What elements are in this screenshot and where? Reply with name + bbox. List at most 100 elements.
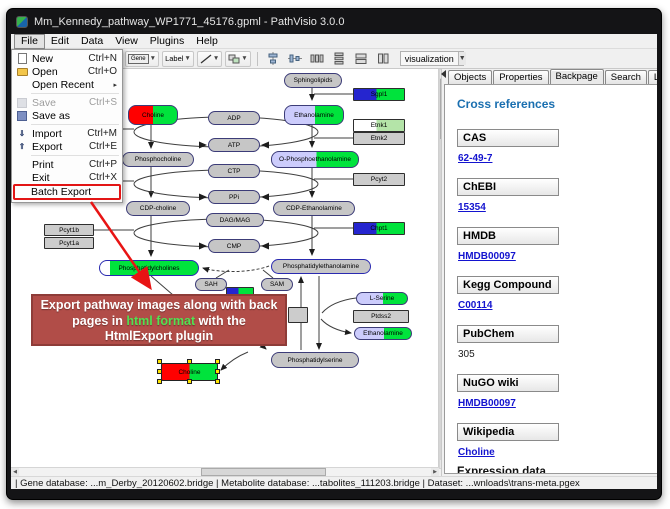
file-menu-save-as[interactable]: Save as: [13, 109, 121, 122]
title-bar[interactable]: Mm_Kennedy_pathway_WP1771_45176.gpml - P…: [7, 9, 661, 34]
align-center-x-button[interactable]: [264, 51, 283, 67]
selection-handle[interactable]: [187, 359, 192, 364]
menu-plugins[interactable]: Plugins: [144, 34, 190, 48]
file-menu-export[interactable]: ⇑ ExportCtrl+E: [13, 140, 121, 153]
annotation-callout: Export pathway images along with back pa…: [31, 294, 287, 346]
file-menu-import[interactable]: ⇓ ImportCtrl+M: [13, 127, 121, 140]
backpage-panel: Cross references CAS 62-49-7 ChEBI 15354…: [444, 84, 657, 474]
menu-file[interactable]: File: [14, 34, 45, 49]
scroll-left-icon[interactable]: ◀: [11, 468, 19, 476]
align-center-y-button[interactable]: [286, 51, 305, 67]
xref-section-wikipedia: Wikipedia Choline: [457, 415, 657, 458]
pathway-node-phosphatidylcholines[interactable]: Phosphatidylcholines: [99, 260, 199, 276]
status-text: | Gene database: ...m_Derby_20120602.bri…: [15, 478, 580, 489]
horizontal-scroll-thumb[interactable]: [201, 468, 326, 476]
pathway-node-phosphocholine[interactable]: Phosphocholine: [122, 152, 194, 167]
menu-help[interactable]: Help: [190, 34, 224, 48]
pathway-node-chpt1[interactable]: Chpt1: [353, 222, 405, 235]
file-menu-new[interactable]: NewCtrl+N: [13, 52, 121, 65]
pathway-node-pcyt1a[interactable]: Pcyt1a: [44, 237, 94, 249]
pathway-node-ethanolamine[interactable]: Ethanolamine: [284, 105, 344, 125]
xref-link[interactable]: 62-49-7: [458, 153, 657, 164]
menu-separator: [31, 124, 119, 125]
status-bar: | Gene database: ...m_Derby_20120602.bri…: [11, 476, 657, 489]
tab-objects[interactable]: Objects: [448, 70, 492, 84]
selection-handle[interactable]: [215, 359, 220, 364]
xref-section-chebi: ChEBI 15354: [457, 170, 657, 213]
pathway-node-o-phosphoethanolamine[interactable]: O-Phosphoethanolamine: [271, 151, 359, 168]
pathway-node-cdp-choline[interactable]: CDP-choline: [126, 201, 190, 216]
open-folder-icon: [16, 66, 28, 77]
shape-tool-icon: [228, 54, 240, 64]
pathway-node-l-serine[interactable]: L-Serine: [356, 292, 408, 305]
xref-source-name: ChEBI: [457, 178, 559, 196]
menu-edit[interactable]: Edit: [45, 34, 75, 48]
visualization-combobox[interactable]: visualization ▼: [400, 51, 464, 66]
file-menu-open-recent[interactable]: Open Recent▸: [13, 78, 121, 91]
selection-handle[interactable]: [215, 369, 220, 374]
xref-link[interactable]: Choline: [458, 447, 657, 458]
tab-backpage[interactable]: Backpage: [550, 69, 604, 84]
datanode-tool-button[interactable]: Gene▼: [125, 51, 159, 67]
tab-legend[interactable]: Legend: [648, 70, 657, 84]
common-width-button[interactable]: [352, 51, 371, 67]
selection-handle[interactable]: [187, 379, 192, 384]
pathway-node-adp[interactable]: ADP: [208, 111, 260, 125]
pathway-node-sam[interactable]: SAM: [261, 278, 293, 291]
pathway-node-choline[interactable]: Choline: [128, 105, 178, 125]
pathway-node-phosphatidylserine[interactable]: Phosphatidylserine: [271, 352, 359, 368]
tab-search[interactable]: Search: [605, 70, 647, 84]
pathway-node-atp[interactable]: ATP: [208, 138, 260, 152]
line-tool-button[interactable]: ▼: [197, 51, 222, 67]
submenu-arrow-icon: ▸: [113, 81, 117, 89]
file-menu-open[interactable]: OpenCtrl+O: [13, 65, 121, 78]
pathway-node-phosphatidylethanolamine[interactable]: Phosphatidylethanolamine: [271, 259, 371, 274]
file-menu-exit[interactable]: ExitCtrl+X: [13, 171, 121, 184]
visualization-dropdown-icon[interactable]: ▼: [458, 52, 466, 65]
label-tool-button[interactable]: Label▼: [162, 51, 194, 67]
xref-value: 305: [458, 349, 657, 360]
pathway-node-pcyt1b[interactable]: Pcyt1b: [44, 224, 94, 236]
selection-handle[interactable]: [157, 379, 162, 384]
xref-link[interactable]: 15354: [458, 202, 657, 213]
tab-properties[interactable]: Properties: [493, 70, 548, 84]
horizontal-scrollbar[interactable]: ◀ ▶: [11, 467, 439, 476]
pathway-node-etnk1[interactable]: Etnk1: [353, 119, 405, 132]
pathway-node-dag-mag[interactable]: DAG/MAG: [206, 213, 264, 227]
pathway-node-partial[interactable]: [288, 307, 308, 323]
scroll-right-icon[interactable]: ▶: [431, 468, 439, 476]
xref-section-cas: CAS 62-49-7: [457, 121, 657, 164]
visualization-value: visualization: [401, 54, 458, 64]
pathway-node-ptdss2[interactable]: Ptdss2: [353, 310, 409, 323]
window-title: Mm_Kennedy_pathway_WP1771_45176.gpml - P…: [34, 16, 344, 28]
distribute-vertical-button[interactable]: [330, 51, 349, 67]
pathway-node-sphingolipids[interactable]: Sphingolipids: [284, 73, 342, 88]
file-menu-save[interactable]: SaveCtrl+S: [13, 96, 121, 109]
pathway-node-cdp-ethanolamine[interactable]: CDP-Ethanolamine: [273, 201, 355, 216]
pathway-node-ppi[interactable]: PPi: [208, 190, 260, 204]
selection-handle[interactable]: [157, 359, 162, 364]
pathway-node-cmp[interactable]: CMP: [208, 239, 260, 253]
xref-link[interactable]: HMDB00097: [458, 251, 657, 262]
common-height-button[interactable]: [374, 51, 393, 67]
xref-source-name: Wikipedia: [457, 423, 559, 441]
selection-handle[interactable]: [215, 379, 220, 384]
xref-link[interactable]: HMDB00097: [458, 398, 657, 409]
menu-data[interactable]: Data: [75, 34, 109, 48]
shape-tool-button[interactable]: ▼: [225, 51, 250, 67]
file-menu-batch-export[interactable]: Batch Export: [13, 184, 121, 200]
xref-link[interactable]: C00114: [458, 300, 657, 311]
distribute-horizontal-button[interactable]: [308, 51, 327, 67]
file-menu-dropdown: NewCtrl+N OpenCtrl+O Open Recent▸ SaveCt…: [11, 49, 123, 203]
pathway-node-sah[interactable]: SAH: [195, 278, 227, 291]
pathway-node-ctp[interactable]: CTP: [208, 164, 260, 178]
pathway-node-ethanolamine-2[interactable]: Ethanolamine: [354, 327, 412, 340]
pathway-node-etnk2[interactable]: Etnk2: [353, 132, 405, 145]
sidebar-collapse-handle[interactable]: [441, 70, 446, 78]
pathway-node-pcyt2[interactable]: Pcyt2: [353, 173, 405, 186]
selection-handle[interactable]: [157, 369, 162, 374]
distribute-horizontal-icon: [310, 52, 324, 65]
pathway-node-sgpl1[interactable]: Sgpl1: [353, 88, 405, 101]
menu-view[interactable]: View: [109, 34, 144, 48]
file-menu-print[interactable]: PrintCtrl+P: [13, 158, 121, 171]
